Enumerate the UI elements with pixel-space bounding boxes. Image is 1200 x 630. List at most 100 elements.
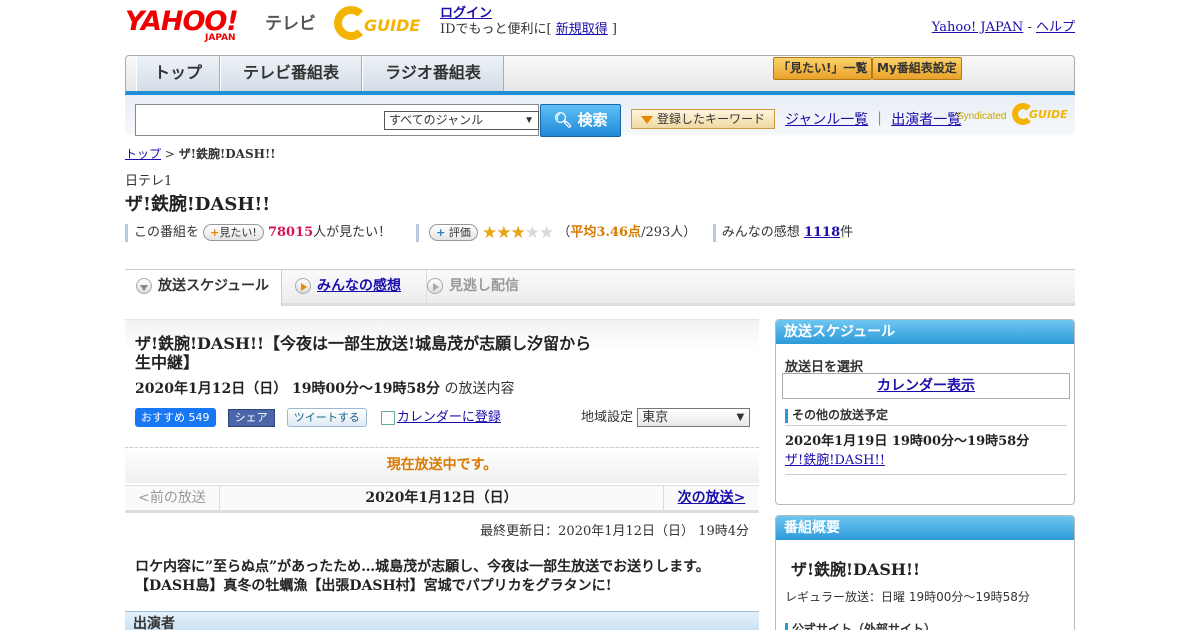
current-broadcast-date: 2020年1月12日（日） <box>365 490 518 506</box>
episode-box: ザ!鉄腕!DASH!!【今夜は一部生放送!城島茂が志願し汐留から生中継】 202… <box>125 319 759 445</box>
tab-impressions[interactable]: みんなの感想 <box>295 270 417 304</box>
official-site-label: 公式サイト（外部サイト） <box>785 620 936 630</box>
next-broadcast-link: 次の放送> <box>677 490 746 506</box>
rating-stars: ★★★★★ <box>481 222 554 243</box>
other-broadcast-link: ザ!鉄腕!DASH!! <box>785 453 885 468</box>
program-stats: この番組を +見たい! 78015人が見たい！ + 評価 ★★★★★ （平均3.… <box>125 221 854 243</box>
want-to-watch-label: 見たい! <box>219 226 257 239</box>
on-air-status: 現在放送中です。 <box>125 447 759 483</box>
tab-top[interactable]: トップ <box>136 56 220 91</box>
other-schedule-label: その他の放送予定 <box>785 406 888 423</box>
breadcrumb-sep: > <box>161 147 179 161</box>
rate-button[interactable]: + 評価 <box>429 224 478 241</box>
episode-title: ザ!鉄腕!DASH!!【今夜は一部生放送!城島茂が志願し汐留から生中継】 <box>135 334 592 372</box>
episode-time-suffix: の放送内容 <box>440 381 515 397</box>
episode-time-value: 2020年1月12日（日） 19時00分～19時58分 <box>135 381 440 397</box>
want-to-watch-button[interactable]: +見たい! <box>203 224 264 241</box>
avg-open: （ <box>557 225 571 240</box>
yahoo-tv-logo[interactable]: YAHOO! JAPAN テレビ <box>125 6 325 44</box>
impressions-count-link[interactable]: 1118 <box>804 225 840 240</box>
divider <box>712 223 716 242</box>
other-broadcast-item[interactable]: ザ!鉄腕!DASH!! <box>785 449 885 468</box>
other-broadcast-date: 2020年1月19日 19時00分～19時58分 <box>785 434 1030 449</box>
register-link[interactable]: 新規取得 <box>556 22 608 37</box>
help-link[interactable]: ヘルプ <box>1036 20 1075 35</box>
my-settings-button[interactable]: My番組表設定 <box>872 57 962 80</box>
calendar-register-link[interactable]: カレンダーに登録 <box>397 410 501 425</box>
divider <box>415 223 419 242</box>
watch-suffix: 人が見たい！ <box>313 225 392 240</box>
regular-broadcast: レギュラー放送：日曜 19時00分～19時58分 <box>785 590 1030 604</box>
search-links: ジャンル一覧 ｜ 出演者一覧 <box>785 109 961 129</box>
average-rating: 平均3.46点 <box>570 225 642 240</box>
star-icon: ★ <box>538 222 554 243</box>
summary-title: ザ!鉄腕!DASH!! <box>791 560 921 579</box>
region-value: 東京 <box>642 410 669 425</box>
play-arrow-icon <box>295 278 311 294</box>
impressions-unit: 件 <box>840 225 854 240</box>
last-updated: 最終更新日：2020年1月12日（日） 19時4分 <box>480 524 749 539</box>
star-icon: ★ <box>524 222 540 243</box>
gguide-logo[interactable]: GUIDE <box>334 6 434 42</box>
episode-time: 2020年1月12日（日） 19時00分～19時58分 の放送内容 <box>135 378 514 398</box>
official-site-text: 公式サイト（外部サイト） <box>792 622 937 630</box>
calendar-display-link: カレンダー表示 <box>877 378 975 394</box>
tab-schedule-label: 放送スケジュール <box>158 278 270 294</box>
link-separator: ｜ <box>872 112 887 128</box>
search-button[interactable]: 🔍︎ 検索 <box>540 104 621 137</box>
genre-select-value: すべてのジャンル <box>389 113 484 127</box>
breadcrumb: トップ > ザ!鉄腕!DASH!! <box>125 145 276 162</box>
broadcast-day-nav: <前の放送 2020年1月12日（日） 次の放送> <box>125 485 759 513</box>
tab-missed-streaming[interactable]: 見逃し配信 <box>426 270 536 304</box>
facebook-recommend-button[interactable]: おすすめ 549 <box>135 408 216 427</box>
tab-impressions-label: みんなの感想 <box>317 278 401 294</box>
want-list-button[interactable]: 「見たい!」一覧 <box>773 57 873 80</box>
chevron-down-icon: ▼ <box>736 412 745 423</box>
play-arrow-icon <box>427 278 443 294</box>
facebook-share-button[interactable]: シェア <box>227 408 275 427</box>
episode-description: ロケ内容に”至らぬ点”があったため…城島茂が志願し、今夜は一部生放送でお送りしま… <box>135 559 710 594</box>
search-icon: 🔍︎ <box>553 111 573 129</box>
tab-schedule[interactable]: 放送スケジュール <box>125 270 282 306</box>
logo-japan-text: JAPAN <box>205 33 236 43</box>
tab-tv-listings[interactable]: テレビ番組表 <box>220 56 362 91</box>
plus-icon: + <box>436 226 446 239</box>
calendar-display-button[interactable]: カレンダー表示 <box>782 373 1070 399</box>
tab-radio-listings[interactable]: ラジオ番組表 <box>362 56 504 91</box>
triangle-down-icon <box>640 115 653 124</box>
yahoo-japan-link[interactable]: Yahoo! JAPAN <box>932 20 1024 35</box>
keyword-button-label: 登録したキーワード <box>656 112 765 126</box>
region-setting: 地域設定 東京 ▼ <box>581 406 751 427</box>
social-buttons: おすすめ 549 シェア ツイートする カレンダーに登録 <box>135 406 501 427</box>
genre-select[interactable]: すべてのジャンル ▼ <box>384 111 539 130</box>
schedule-panel-header: 放送スケジュール <box>776 320 1074 344</box>
watch-count: 78015 <box>267 225 314 240</box>
breadcrumb-top-link[interactable]: トップ <box>125 147 161 161</box>
cast-list-link[interactable]: 出演者一覧 <box>891 112 961 128</box>
search-button-label: 検索 <box>577 111 608 129</box>
genre-list-link[interactable]: ジャンル一覧 <box>785 112 868 128</box>
divider <box>785 474 1067 475</box>
breadcrumb-current: ザ!鉄腕!DASH!! <box>178 147 276 161</box>
gguide-g-icon <box>334 6 368 40</box>
login-link[interactable]: ログイン <box>440 6 492 21</box>
main-nav: トップ テレビ番組表 ラジオ番組表 「見たい!」一覧 My番組表設定 <box>125 55 1075 95</box>
summary-panel-header: 番組概要 <box>776 516 1074 540</box>
keyword-button[interactable]: 登録したキーワード <box>631 109 775 129</box>
page-title: ザ!鉄腕!DASH!! <box>125 194 271 215</box>
id-promo-text: IDでもっと便利に[ <box>440 22 556 37</box>
schedule-panel: 放送スケジュール 放送日を選択 カレンダー表示 その他の放送予定 2020年1月… <box>775 319 1075 505</box>
syndicated-gguide-logo: Syndicated GUIDE <box>957 103 1075 127</box>
syndicated-text: Syndicated <box>957 111 1007 122</box>
star-icon: ★ <box>481 222 497 243</box>
next-broadcast-button[interactable]: 次の放送> <box>663 486 759 511</box>
header-sep: - <box>1023 20 1036 35</box>
prev-broadcast-button[interactable]: <前の放送 <box>125 486 220 511</box>
login-box: ログイン IDでもっと便利に[ 新規取得 ] <box>440 6 617 38</box>
tweet-button[interactable]: ツイートする <box>286 408 367 427</box>
region-select[interactable]: 東京 ▼ <box>637 408 751 427</box>
tab-missed-label: 見逃し配信 <box>449 278 519 294</box>
channel-name: 日テレ1 <box>125 174 173 189</box>
chevron-down-icon: ▼ <box>524 115 534 126</box>
chevron-down-icon <box>136 278 152 294</box>
